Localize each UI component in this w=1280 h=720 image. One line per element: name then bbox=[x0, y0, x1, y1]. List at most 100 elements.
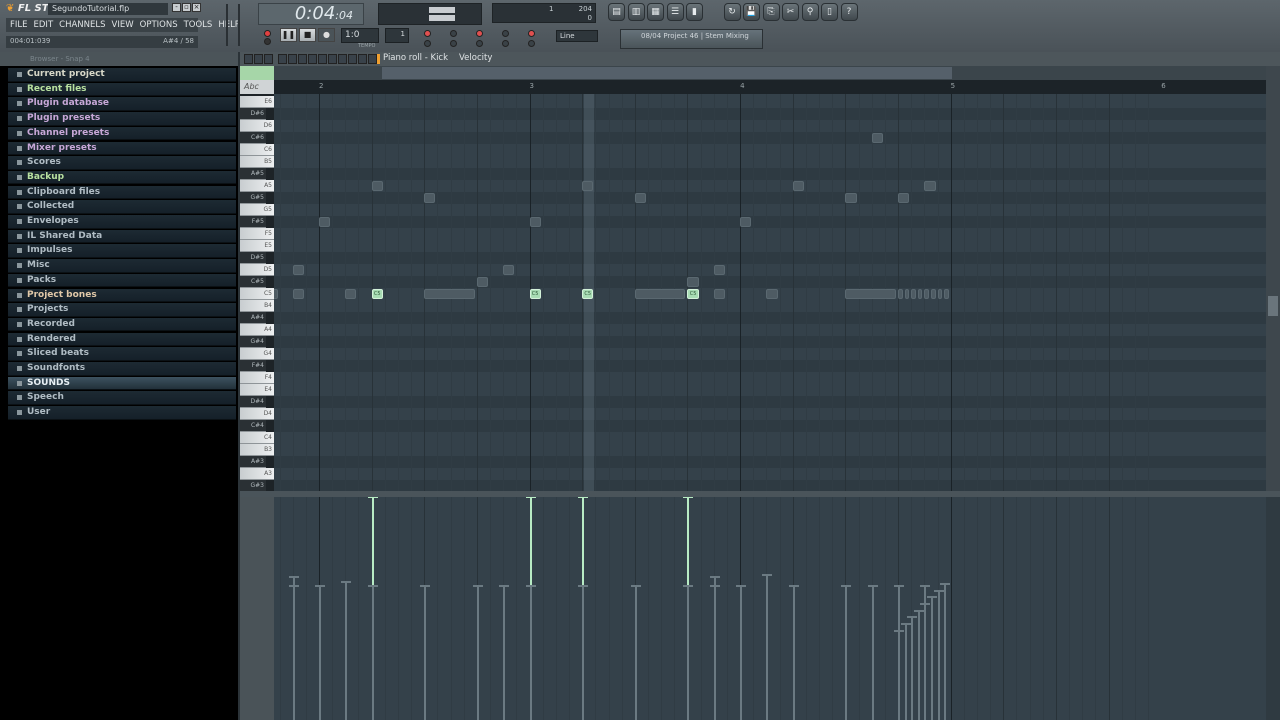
velocity-bar[interactable] bbox=[683, 585, 694, 720]
browser-item[interactable]: Clipboard files bbox=[8, 185, 236, 200]
pause-button[interactable]: ❚❚ bbox=[280, 28, 297, 42]
playlist-button[interactable]: ▥ bbox=[627, 3, 645, 21]
browser-item[interactable]: Soundfonts bbox=[8, 362, 236, 376]
undo-button[interactable]: ↻ bbox=[723, 3, 741, 21]
note[interactable] bbox=[634, 289, 686, 299]
velocity-bar[interactable] bbox=[867, 585, 878, 720]
note[interactable] bbox=[713, 265, 725, 275]
pattern-mode-led[interactable] bbox=[264, 30, 271, 37]
record-button[interactable]: ● bbox=[318, 28, 335, 42]
note[interactable] bbox=[917, 289, 923, 299]
master-volume-slider[interactable] bbox=[226, 4, 228, 46]
note[interactable] bbox=[845, 193, 857, 203]
piano-key[interactable]: G4 bbox=[240, 348, 274, 360]
menu-channels[interactable]: CHANNELS bbox=[59, 20, 105, 30]
note[interactable] bbox=[274, 289, 278, 299]
search-button[interactable]: ⚲ bbox=[801, 3, 819, 21]
piano-key[interactable]: B5 bbox=[240, 156, 274, 168]
note[interactable] bbox=[898, 289, 903, 299]
note[interactable]: C5 bbox=[582, 289, 594, 299]
toggle-led[interactable] bbox=[450, 30, 457, 37]
toggle-led[interactable] bbox=[476, 40, 483, 47]
browser-item[interactable]: Plugin database bbox=[8, 97, 236, 111]
velocity-bar[interactable] bbox=[578, 585, 589, 720]
browser-item[interactable]: Collected bbox=[8, 200, 236, 214]
note[interactable] bbox=[740, 217, 752, 227]
velocity-bar[interactable] bbox=[788, 585, 799, 720]
note[interactable] bbox=[766, 289, 778, 299]
song-mode-led[interactable] bbox=[264, 38, 271, 45]
toggle-led[interactable] bbox=[476, 30, 483, 37]
note[interactable] bbox=[944, 289, 949, 299]
piano-key[interactable]: A#4 bbox=[240, 312, 266, 324]
browser-item[interactable]: Project bones bbox=[8, 288, 236, 302]
piano-key[interactable]: A#5 bbox=[240, 168, 266, 180]
note[interactable]: C5 bbox=[529, 289, 541, 299]
toggle-led[interactable] bbox=[528, 40, 535, 47]
browser-item[interactable]: Backup bbox=[8, 170, 236, 185]
horizontal-scrollbar[interactable] bbox=[240, 66, 1266, 80]
piano-key[interactable]: G#4 bbox=[240, 336, 266, 348]
piano-roll-title[interactable]: Piano roll - Kick bbox=[383, 53, 448, 63]
velocity-bar[interactable] bbox=[709, 585, 720, 720]
menu-options[interactable]: OPTIONS bbox=[140, 20, 178, 30]
browser-item[interactable]: Plugin presets bbox=[8, 112, 236, 126]
note[interactable] bbox=[424, 193, 436, 203]
piano-key[interactable]: F5 bbox=[240, 228, 274, 240]
piano-key[interactable]: D#5 bbox=[240, 252, 266, 264]
piano-key[interactable]: C#5 bbox=[240, 276, 266, 288]
velocity-bar[interactable] bbox=[940, 582, 951, 720]
note[interactable]: C5 bbox=[687, 289, 699, 299]
browser-item[interactable]: IL Shared Data bbox=[8, 229, 236, 244]
file-button[interactable]: ▯ bbox=[821, 3, 838, 21]
velocity-bar[interactable] bbox=[420, 585, 431, 720]
tempo-display[interactable]: 1:0 bbox=[341, 28, 379, 43]
close-button[interactable]: × bbox=[192, 3, 201, 12]
piano-key[interactable]: G#5 bbox=[240, 192, 266, 204]
velocity-bar[interactable] bbox=[367, 585, 378, 720]
tool-icon[interactable] bbox=[288, 54, 297, 64]
toggle-led[interactable] bbox=[450, 40, 457, 47]
velocity-bar[interactable] bbox=[472, 585, 483, 720]
piano-keyboard[interactable]: E6 D#6 D6 C#6 C6 B5 A#5 A5 G#5 G5 F#5 F5 E5 D#5 D5 C#5 C… bbox=[240, 94, 274, 491]
toggle-led[interactable] bbox=[424, 40, 431, 47]
time-display[interactable]: 0:04:04 bbox=[258, 3, 364, 25]
velocity-bar[interactable] bbox=[841, 585, 852, 720]
note-names-toggle[interactable]: Abc bbox=[240, 80, 274, 94]
browser-item[interactable]: Impulses bbox=[8, 244, 236, 258]
target-selector[interactable]: Velocity bbox=[459, 53, 492, 63]
piano-key[interactable]: C#4 bbox=[240, 420, 266, 432]
piano-key[interactable]: D6 bbox=[240, 120, 274, 132]
piano-button[interactable]: ▦ bbox=[647, 3, 664, 21]
piano-key[interactable]: F#5 bbox=[240, 216, 266, 228]
browser-item[interactable]: SOUNDS bbox=[8, 376, 236, 391]
note[interactable] bbox=[292, 289, 304, 299]
note[interactable]: C5 bbox=[371, 289, 383, 299]
browser-item[interactable]: Misc bbox=[8, 259, 236, 273]
tool-icon[interactable] bbox=[318, 54, 327, 64]
piano-key[interactable]: E6 bbox=[240, 96, 274, 108]
timeline-ruler[interactable]: 2 3 4 5 6 bbox=[274, 80, 1266, 94]
note[interactable] bbox=[911, 289, 916, 299]
toggle-led[interactable] bbox=[502, 30, 509, 37]
velocity-bar[interactable] bbox=[913, 609, 924, 720]
tool-icon[interactable] bbox=[358, 54, 367, 64]
piano-key[interactable]: D4 bbox=[240, 408, 274, 420]
browser-item[interactable]: Current project bbox=[8, 68, 236, 82]
snap-selector[interactable]: Line bbox=[556, 30, 598, 42]
restore-button[interactable]: ▫ bbox=[182, 3, 191, 12]
piano-key[interactable]: A4 bbox=[240, 324, 274, 336]
piano-key[interactable]: A5 bbox=[240, 180, 274, 192]
velocity-bar[interactable] bbox=[920, 603, 931, 720]
toggle-led[interactable] bbox=[528, 30, 535, 37]
piano-key[interactable]: D5 bbox=[240, 264, 274, 276]
browser-item[interactable]: Rendered bbox=[8, 332, 236, 347]
piano-key[interactable]: G5 bbox=[240, 204, 274, 216]
piano-key[interactable]: B3 bbox=[240, 444, 274, 456]
browser-item[interactable]: Recent files bbox=[8, 82, 236, 97]
velocity-bar[interactable] bbox=[341, 580, 352, 720]
velocity-bar[interactable] bbox=[926, 596, 937, 720]
meter-button[interactable]: ▮ bbox=[686, 3, 703, 21]
help-button[interactable]: ? bbox=[840, 3, 858, 21]
velocity-bar[interactable] bbox=[630, 585, 641, 720]
